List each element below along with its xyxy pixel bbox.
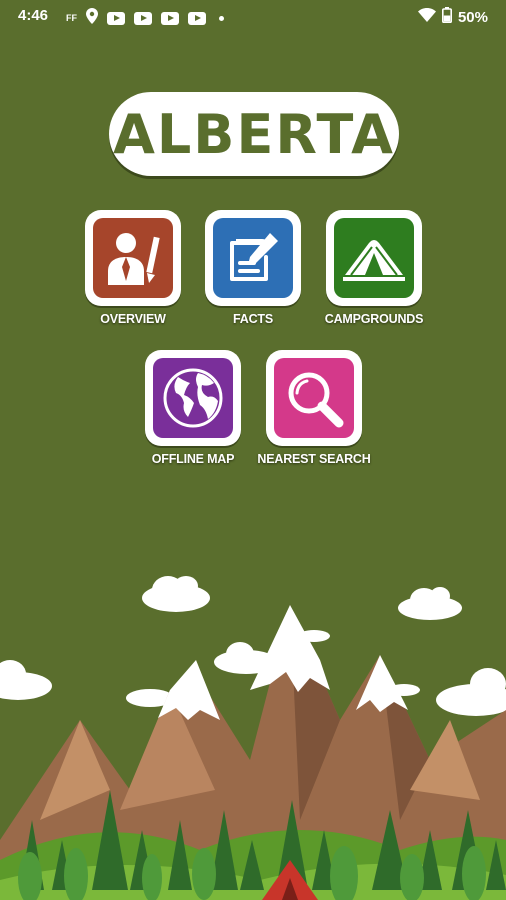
campgrounds-button[interactable]: CAMPGROUNDS: [309, 210, 439, 326]
offline-map-button[interactable]: OFFLINE MAP: [128, 350, 258, 466]
battery-percent: 50%: [457, 8, 488, 26]
overview-button[interactable]: OVERVIEW: [68, 210, 198, 326]
tent-icon: [343, 240, 405, 281]
facts-button[interactable]: FACTS: [188, 210, 318, 326]
status-time: 4:46: [18, 7, 49, 24]
app-title: ALBERTA: [113, 102, 395, 166]
dot-icon: [219, 15, 224, 21]
mountain-landscape-illustration: [0, 576, 506, 900]
app-title-banner: ALBERTA: [109, 92, 399, 176]
system-icons: 50%: [417, 7, 488, 27]
youtube-icon: [188, 11, 206, 25]
nearest-search-label: NEAREST SEARCH: [257, 452, 371, 466]
wifi-icon: [417, 8, 436, 26]
globe-icon: [163, 368, 223, 428]
magnifier-icon: [288, 372, 344, 428]
person-with-pencil-icon: [108, 233, 160, 285]
battery-icon: [441, 7, 452, 27]
youtube-icon: [107, 11, 125, 25]
note-edit-icon: [230, 233, 278, 281]
ff-icon: FF: [66, 13, 77, 23]
youtube-icon: [161, 11, 179, 25]
overview-label: OVERVIEW: [100, 312, 166, 326]
cloud-icon: [0, 576, 506, 722]
facts-label: FACTS: [233, 312, 273, 326]
campgrounds-label: CAMPGROUNDS: [324, 312, 424, 326]
status-bar: 4:46 FF 50%: [0, 0, 506, 32]
offline-map-label: OFFLINE MAP: [151, 452, 235, 466]
notification-icons: FF: [66, 8, 224, 28]
youtube-icon: [134, 11, 152, 25]
nearest-search-button[interactable]: NEAREST SEARCH: [249, 350, 379, 466]
location-pin-icon: [86, 8, 98, 28]
